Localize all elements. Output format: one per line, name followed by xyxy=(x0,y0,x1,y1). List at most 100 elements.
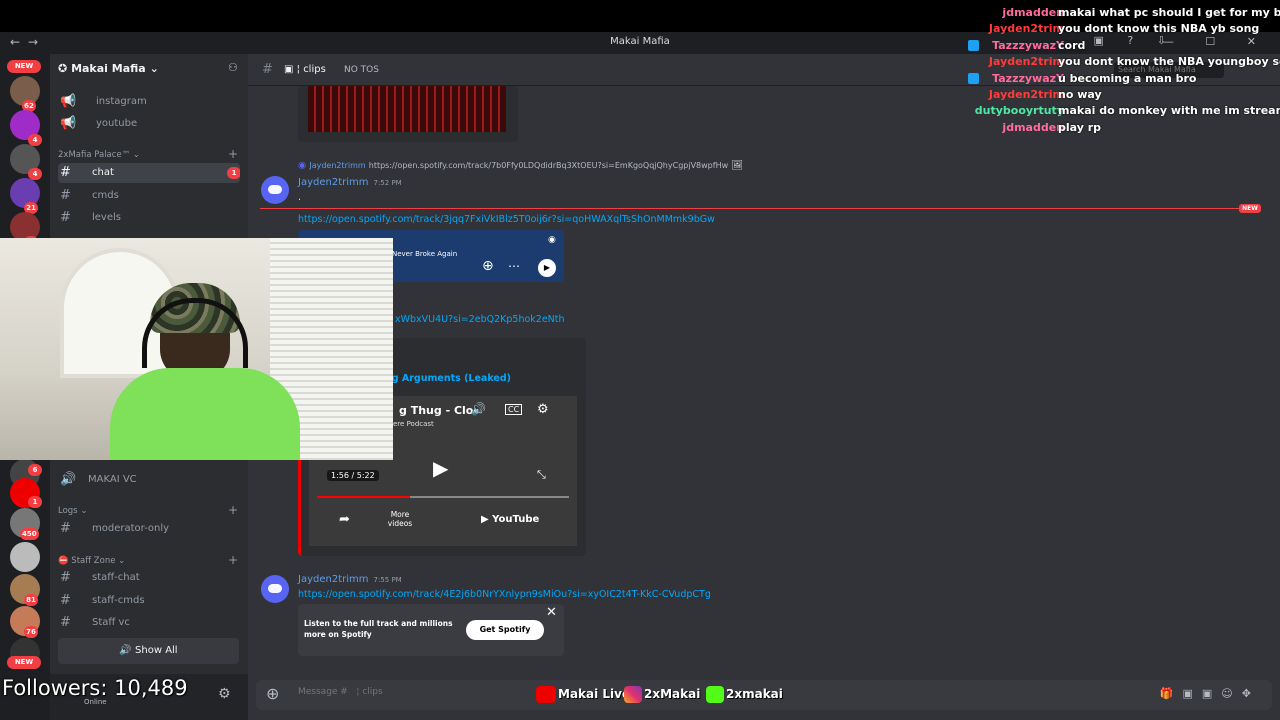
video-progress[interactable] xyxy=(317,496,569,498)
channel-moderator-only[interactable]: # moderator-only xyxy=(58,519,240,539)
channel-makai-vc[interactable]: 🔊 MAKAI VC xyxy=(58,470,240,490)
youtube-logo[interactable]: ▶ YouTube xyxy=(481,514,539,525)
embed-image[interactable] xyxy=(298,86,518,142)
message-timestamp: 7:52 PM xyxy=(373,179,402,187)
chat-line: jdmadden play rp xyxy=(960,121,1280,137)
chat-text: play rp xyxy=(1058,121,1102,134)
channel-label: staff-chat xyxy=(92,572,140,583)
server-icon[interactable] xyxy=(10,542,40,572)
channel-instagram[interactable]: 📢 instagram xyxy=(58,92,240,112)
hash-icon: # xyxy=(60,210,71,225)
play-icon[interactable]: ▶ xyxy=(433,456,448,480)
youtube-icon xyxy=(536,686,556,703)
embed-title[interactable]: ng Arguments (Leaked) xyxy=(385,373,511,384)
add-channel-icon[interactable]: + xyxy=(228,553,238,567)
announcement-icon: 📢 xyxy=(60,116,77,131)
message-header: Jayden2trimm 7:52 PM xyxy=(298,177,402,188)
follower-count: Followers: 10,489 xyxy=(2,676,188,700)
message-username[interactable]: Jayden2trimm xyxy=(298,574,369,585)
chat-username: Jayden2trim xyxy=(988,88,1064,101)
channel-title-text: clips xyxy=(303,64,326,75)
avatar[interactable] xyxy=(261,176,289,204)
new-pill[interactable]: NEW xyxy=(7,656,41,669)
chat-line: Jayden2trim you dont know this NBA yb son… xyxy=(960,22,1280,38)
add-attachment-icon[interactable]: ⊕ xyxy=(266,684,279,703)
fullscreen-icon[interactable]: ⤡ xyxy=(537,468,546,482)
message-username[interactable]: Jayden2trimm xyxy=(298,177,369,188)
avatar[interactable] xyxy=(261,575,289,603)
new-messages-divider xyxy=(260,208,1250,209)
chat-username: Jayden2trim xyxy=(988,55,1064,68)
show-all-button[interactable]: 🔊 Show All xyxy=(58,638,239,664)
server-badge: 450 xyxy=(20,528,39,540)
channel-title: ▣ ¦ clips xyxy=(284,64,326,75)
more-videos-label[interactable]: More videos xyxy=(383,510,417,528)
message-link[interactable]: https://open.spotify.com/track/3jqq7FxiV… xyxy=(298,214,715,225)
message-link[interactable]: xWbxVU4U?si=2ebQ2Kp5hok2eNth xyxy=(395,314,565,325)
reply-username: Jayden2trimm xyxy=(309,161,366,170)
social-youtube: Makai Live xyxy=(536,686,630,706)
show-all-label: Show All xyxy=(135,645,178,656)
category-label: Logs xyxy=(58,506,78,516)
chat-username: TazzzywazY xyxy=(992,39,1064,52)
category-logs[interactable]: Logs ⌄ + xyxy=(58,503,238,517)
play-button[interactable]: ▶ xyxy=(538,259,556,277)
video-subtitle: ere Podcast xyxy=(393,420,434,428)
message-input[interactable] xyxy=(298,687,498,697)
new-pill[interactable]: NEW xyxy=(7,60,41,73)
channel-label: moderator-only xyxy=(92,523,170,534)
gear-icon[interactable]: ⚙ xyxy=(537,402,549,417)
category-palace[interactable]: 2xMafia Palace™ ⌄ + xyxy=(58,147,238,161)
chat-line: TazzzywazY cord xyxy=(960,39,1280,55)
gear-icon[interactable]: ⚙ xyxy=(218,686,231,702)
green-shirt xyxy=(110,368,300,460)
channel-levels[interactable]: # levels xyxy=(58,208,240,228)
category-label: 2xMafia Palace™ xyxy=(58,150,131,160)
server-badge: 81 xyxy=(24,594,38,606)
get-spotify-button[interactable]: Get Spotify xyxy=(466,620,544,640)
twitter-icon xyxy=(968,40,979,51)
add-member-icon[interactable]: ⚇ xyxy=(228,61,238,74)
channel-cmds[interactable]: # cmds xyxy=(58,186,240,206)
no-entry-icon: ⛔ xyxy=(58,556,69,566)
youtube-logo-text: YouTube xyxy=(492,514,540,525)
server-badge: 1 xyxy=(28,496,42,508)
close-icon[interactable]: ✕ xyxy=(546,605,557,620)
volume-icon[interactable]: 🔊 xyxy=(471,402,486,416)
channel-chat[interactable]: # chat 1 xyxy=(58,163,240,183)
composer-icons[interactable]: 🎁▣▣☺✥ xyxy=(1160,687,1260,700)
message-timestamp: 7:55 PM xyxy=(373,576,402,584)
chat-username: jdmadden xyxy=(1002,121,1064,134)
speaker-icon: 🔊 xyxy=(60,472,77,487)
add-icon[interactable]: ⊕ xyxy=(482,258,494,274)
reply-preview[interactable]: ◉ Jayden2trimm https://open.spotify.com/… xyxy=(298,160,743,171)
channel-youtube[interactable]: 📢 youtube xyxy=(58,114,240,134)
hash-icon: # xyxy=(60,165,71,180)
category-staff-zone[interactable]: ⛔ Staff Zone ⌄ + xyxy=(58,553,238,567)
channel-staff-vc[interactable]: # Staff vc xyxy=(58,613,240,633)
message-link[interactable]: https://open.spotify.com/track/4E2j6b0Nr… xyxy=(298,589,711,600)
new-marker: NEW xyxy=(1239,204,1261,213)
channel-label: cmds xyxy=(92,190,119,201)
screen: ←→ Makai Mafia ▣ ? ⇩ — ☐ ✕ NEW 62 4 4 21… xyxy=(0,0,1280,720)
instagram-icon xyxy=(624,686,642,703)
captions-icon[interactable]: CC xyxy=(505,404,523,415)
channel-staff-cmds[interactable]: # staff-cmds xyxy=(58,591,240,611)
reply-icon: ◉ xyxy=(298,160,307,171)
announcement-icon: 📢 xyxy=(60,94,77,109)
more-icon[interactable]: ⋯ xyxy=(508,259,520,273)
chat-username: Jayden2trim xyxy=(988,22,1064,35)
category-label: Staff Zone xyxy=(71,556,116,566)
hash-icon: # xyxy=(60,615,71,630)
chat-line: Jayden2trim no way xyxy=(960,88,1280,104)
share-icon[interactable]: ➦ xyxy=(339,512,350,527)
chevron-down-icon: ⌄ xyxy=(149,62,159,75)
embed-track-text: Never Broke Again xyxy=(392,250,458,258)
chat-text: makai what pc should I get for my birthd… xyxy=(1058,6,1280,19)
add-channel-icon[interactable]: + xyxy=(228,147,238,161)
channel-staff-chat[interactable]: # staff-chat xyxy=(58,568,240,588)
add-channel-icon[interactable]: + xyxy=(228,503,238,517)
chat-text: cord xyxy=(1058,39,1086,52)
server-name-header[interactable]: ✪ Makai Mafia ⌄ ⚇ xyxy=(58,61,240,80)
server-emblem-icon: ✪ xyxy=(58,62,68,75)
